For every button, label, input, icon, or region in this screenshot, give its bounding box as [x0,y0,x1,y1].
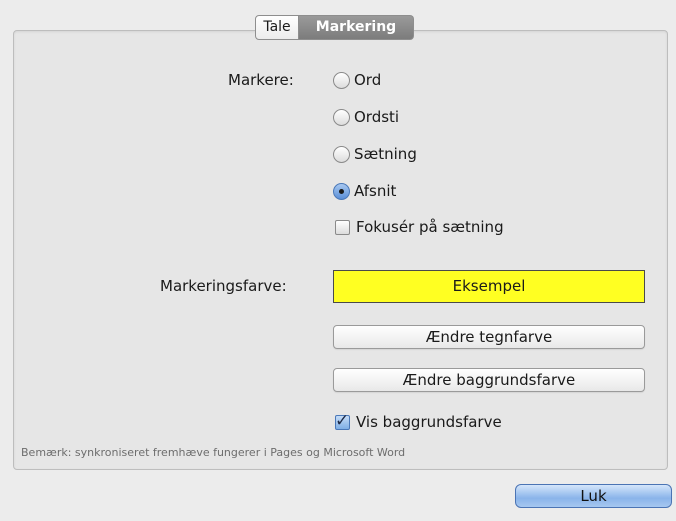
radio-saetning-label: Sætning [354,145,417,163]
radio-afsnit[interactable]: Afsnit [333,182,396,200]
show-background-color-checkbox-box[interactable]: ✓ [335,411,350,431]
focus-sentence-checkbox[interactable]: Fokusér på sætning [335,218,504,236]
change-background-color-button[interactable]: Ændre baggrundsfarve [333,368,645,392]
radio-afsnit-label: Afsnit [354,182,397,200]
radio-ord[interactable]: Ord [333,71,381,89]
show-background-color-checkbox[interactable]: ✓ Vis baggrundsfarve [335,411,502,431]
tab-markering[interactable]: Markering [299,15,414,40]
highlight-color-sample: Eksempel [333,270,645,303]
radio-saetning-indicator[interactable] [333,145,350,163]
radio-ordsti-label: Ordsti [354,108,400,126]
tab-tale[interactable]: Tale [255,15,299,40]
radio-saetning[interactable]: Sætning [333,145,417,163]
radio-ord-label: Ord [354,71,382,89]
markeringsfarve-label: Markeringsfarve: [160,277,287,295]
radio-ordsti-indicator[interactable] [333,108,350,126]
show-background-color-checkbox-label: Vis baggrundsfarve [356,413,502,431]
focus-sentence-checkbox-label: Fokusér på sætning [356,218,504,236]
radio-ordsti[interactable]: Ordsti [333,108,399,126]
focus-sentence-checkbox-box[interactable] [335,219,350,235]
tab-bar: Tale Markering [255,15,414,40]
radio-ord-indicator[interactable] [333,71,350,89]
radio-afsnit-indicator[interactable] [333,182,350,200]
markere-label: Markere: [228,71,294,89]
settings-panel [13,30,668,470]
change-text-color-button[interactable]: Ændre tegnfarve [333,325,645,349]
checkmark-icon: ✓ [335,410,350,431]
sync-highlight-note: Bemærk: synkroniseret fremhæve fungerer … [21,446,406,459]
close-button[interactable]: Luk [515,484,672,508]
